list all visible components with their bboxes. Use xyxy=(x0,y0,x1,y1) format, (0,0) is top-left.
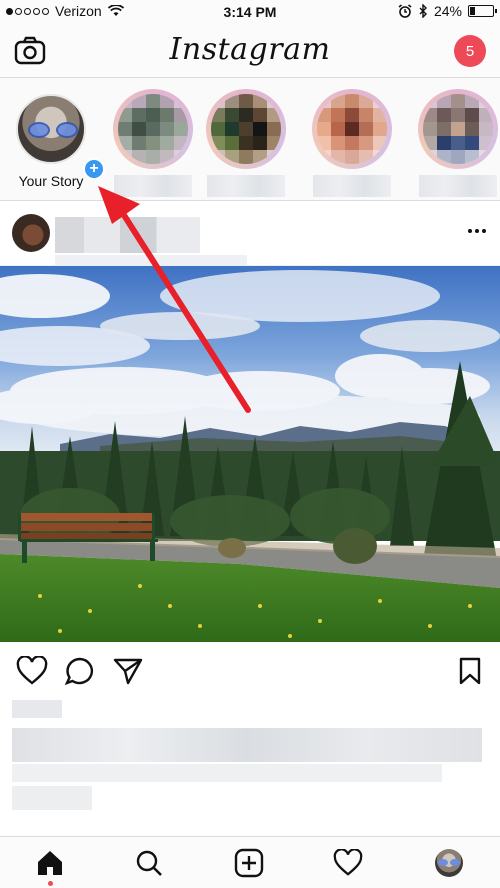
search-icon[interactable] xyxy=(132,846,166,880)
status-right: 24% xyxy=(398,3,497,19)
story-item[interactable] xyxy=(113,89,193,197)
blurred-location xyxy=(55,255,247,265)
blurred-story-name xyxy=(207,175,285,197)
post-header xyxy=(0,201,500,266)
bookmark-icon[interactable] xyxy=(456,656,484,686)
blurred-story-avatar[interactable] xyxy=(317,94,387,164)
more-options-icon[interactable] xyxy=(468,229,486,233)
blurred-story-avatar[interactable] xyxy=(423,94,493,164)
bottom-tab-bar xyxy=(0,836,500,888)
story-item[interactable] xyxy=(206,89,286,197)
your-story[interactable]: + Your Story xyxy=(16,94,105,189)
bluetooth-icon xyxy=(419,4,427,18)
your-story-label: Your Story xyxy=(18,173,84,189)
share-icon[interactable] xyxy=(112,656,144,686)
notification-badge[interactable]: 5 xyxy=(454,35,486,67)
blurred-story-avatar[interactable] xyxy=(211,94,281,164)
add-post-icon[interactable] xyxy=(232,846,266,880)
profile-avatar[interactable] xyxy=(432,846,466,880)
status-bar: Verizon 3:14 PM 24% xyxy=(0,0,500,24)
home-active-dot xyxy=(48,881,53,886)
comment-icon[interactable] xyxy=(64,656,96,686)
add-story-plus-icon[interactable]: + xyxy=(83,158,105,180)
story-item[interactable] xyxy=(312,89,392,197)
post-actions xyxy=(0,648,500,694)
blurred-story-name xyxy=(114,175,192,197)
battery-icon xyxy=(468,5,497,17)
post-photo[interactable] xyxy=(0,266,500,642)
your-story-avatar[interactable] xyxy=(16,94,86,164)
home-icon[interactable] xyxy=(33,846,67,880)
stories-tray: + Your Story xyxy=(0,78,500,201)
battery-percent: 24% xyxy=(433,3,462,19)
blurred-author-name[interactable] xyxy=(55,217,200,253)
blurred-story-avatar[interactable] xyxy=(118,94,188,164)
story-item[interactable] xyxy=(418,89,498,197)
blurred-story-name xyxy=(313,175,391,197)
heart-icon[interactable] xyxy=(16,656,48,686)
top-nav: Instagram 5 xyxy=(0,24,500,78)
post-author-avatar[interactable] xyxy=(12,214,50,252)
app-logo: Instagram xyxy=(169,32,331,67)
alarm-icon xyxy=(398,4,412,18)
blurred-story-name xyxy=(419,175,497,197)
activity-heart-icon[interactable] xyxy=(331,846,365,880)
